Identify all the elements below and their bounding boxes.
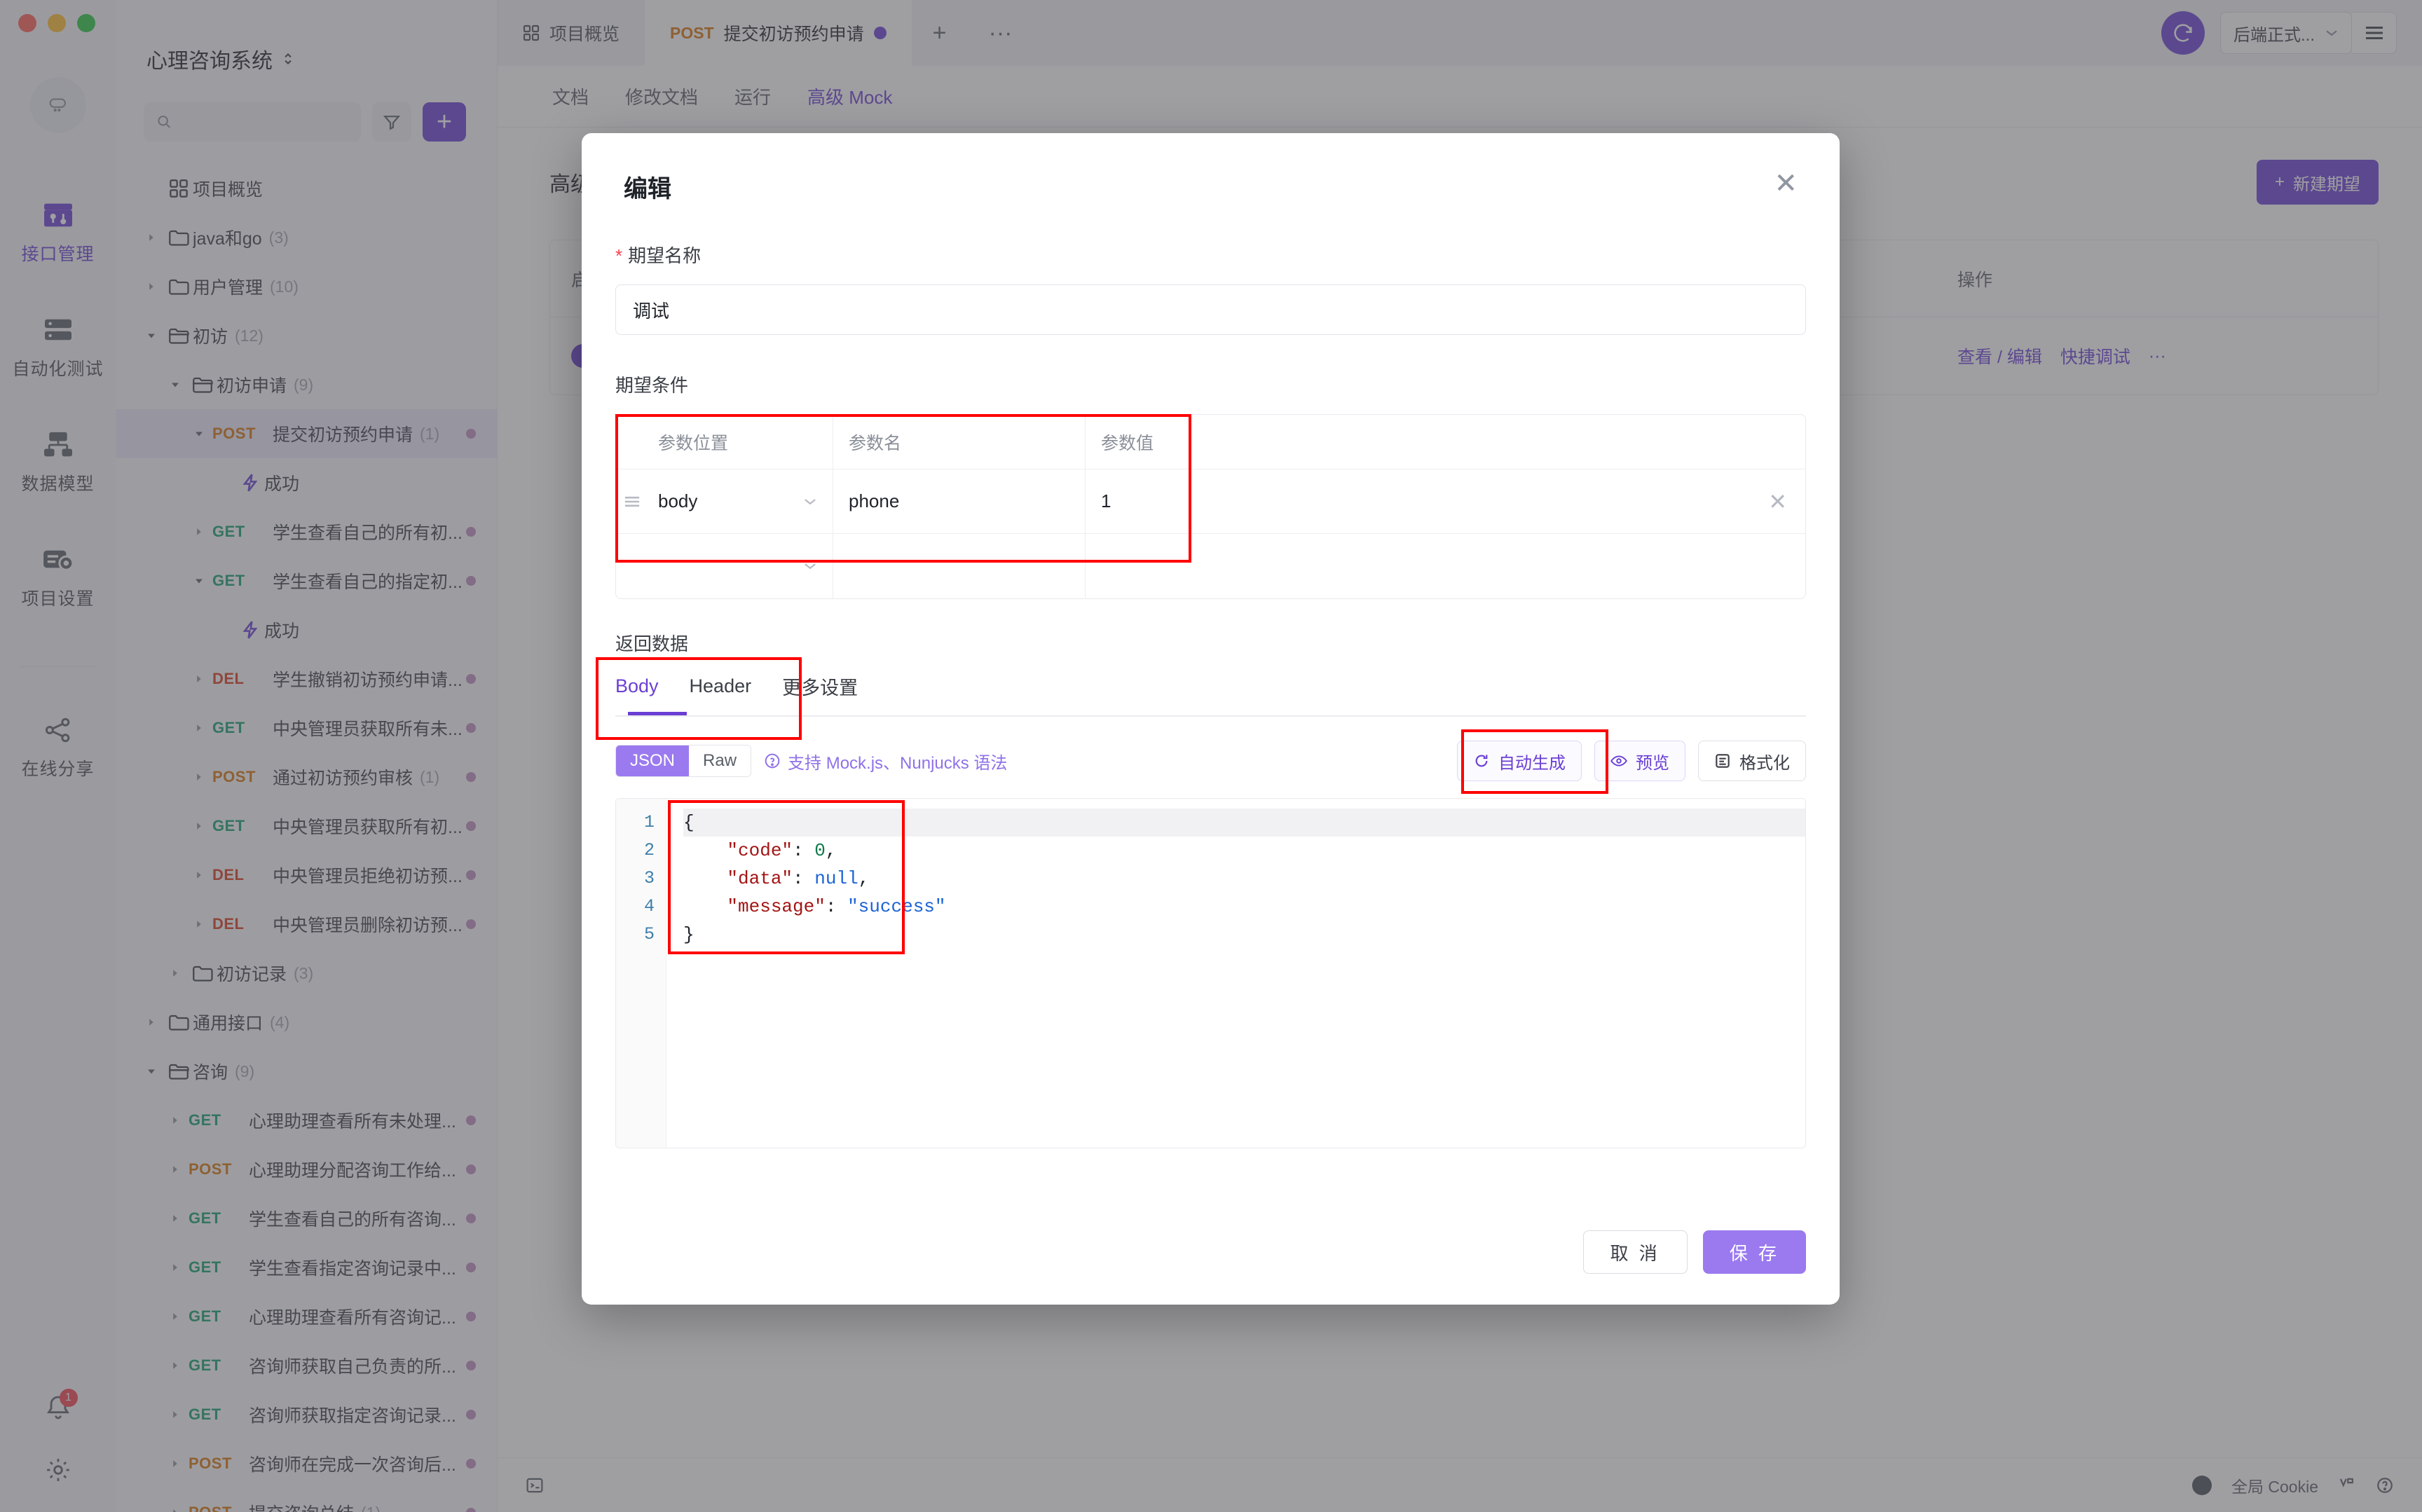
line-number: 1 bbox=[643, 812, 655, 832]
modal-body: *期望名称 期望条件 参数位置 参数名 参数值 bbox=[582, 204, 1840, 1230]
expectation-name-input[interactable] bbox=[633, 298, 1788, 321]
line-number: 5 bbox=[643, 924, 655, 944]
preview-label: 预览 bbox=[1636, 753, 1669, 773]
format-json-option[interactable]: JSON bbox=[616, 745, 690, 776]
format-icon bbox=[1716, 754, 1730, 768]
condition-col-location: 参数位置 bbox=[648, 415, 833, 469]
param-name-value[interactable]: phone bbox=[849, 490, 899, 512]
json-editor[interactable]: 1 2 3 4 5 { "code": 0, "data": null, "messag… bbox=[615, 798, 1806, 1148]
editor-code[interactable]: { "code": 0, "data": null, "message": "s… bbox=[666, 799, 1805, 1148]
condition-header-row: 参数位置 参数名 参数值 bbox=[616, 415, 1805, 469]
save-button[interactable]: 保 存 bbox=[1702, 1230, 1806, 1274]
return-tabs-wrap: Body Header 更多设置 bbox=[596, 657, 1806, 740]
line-number: 4 bbox=[643, 896, 655, 916]
param-location-select-empty[interactable] bbox=[658, 562, 833, 570]
format-button[interactable]: 格式化 bbox=[1698, 741, 1806, 781]
expectation-name-input-wrap[interactable] bbox=[615, 284, 1806, 335]
condition-section-label: 期望条件 bbox=[615, 375, 689, 396]
code-token: "success" bbox=[847, 896, 946, 917]
chevron-down-icon bbox=[803, 497, 817, 506]
mock-syntax-hint[interactable]: 支持 Mock.js、Nunjucks 语法 bbox=[764, 749, 1007, 774]
active-tab-underline bbox=[628, 712, 687, 715]
code-line: { bbox=[683, 809, 1805, 837]
condition-col-value: 参数值 bbox=[1101, 433, 1154, 453]
close-icon[interactable]: ✕ bbox=[1774, 170, 1798, 198]
code-token: , bbox=[858, 868, 870, 889]
code-line: "code": 0, bbox=[683, 837, 1805, 865]
param-location-value: body bbox=[658, 490, 698, 511]
cancel-button[interactable]: 取 消 bbox=[1582, 1230, 1688, 1274]
code-token: null bbox=[814, 868, 858, 889]
format-raw-option[interactable]: Raw bbox=[689, 745, 751, 776]
preview-button[interactable]: 预览 bbox=[1594, 741, 1685, 781]
line-number: 2 bbox=[643, 840, 655, 860]
drag-handle-icon[interactable] bbox=[616, 494, 648, 509]
code-token: { bbox=[683, 812, 695, 833]
return-tab-header[interactable]: Header bbox=[690, 675, 752, 713]
editor-line-numbers: 1 2 3 4 5 bbox=[616, 799, 666, 1148]
auto-generate-label: 自动生成 bbox=[1498, 753, 1566, 773]
return-tab-more-settings[interactable]: 更多设置 bbox=[782, 673, 858, 715]
edit-expectation-modal: 编辑 ✕ *期望名称 期望条件 参数位置 参数名 参数值 bbox=[582, 133, 1840, 1305]
param-value-value[interactable]: 1 bbox=[1101, 490, 1111, 512]
line-number: 3 bbox=[643, 868, 655, 888]
code-token: "code" bbox=[727, 840, 793, 861]
code-token: "message" bbox=[727, 896, 826, 917]
question-circle-icon bbox=[765, 753, 780, 769]
code-token: , bbox=[825, 840, 837, 861]
tabs-divider bbox=[615, 715, 1806, 717]
code-token: : bbox=[825, 896, 848, 917]
code-token: : bbox=[793, 840, 815, 861]
remove-condition-icon[interactable]: ✕ bbox=[1768, 488, 1787, 515]
editor-actions: 自动生成 预览 格式化 bbox=[1457, 729, 1806, 794]
code-line: "message": "success" bbox=[683, 893, 1805, 921]
condition-col-name: 参数名 bbox=[833, 415, 1086, 469]
code-line: } bbox=[683, 921, 1805, 949]
editor-toolbar: JSON Raw 支持 Mock.js、Nunjucks 语法 自动生成 预览 … bbox=[615, 729, 1806, 794]
condition-row[interactable]: body phone 1 ✕ bbox=[616, 469, 1805, 534]
format-label: 格式化 bbox=[1739, 753, 1790, 773]
condition-table-wrap: 参数位置 参数名 参数值 body phone 1 ✕ bbox=[615, 414, 1806, 599]
auto-generate-button[interactable]: 自动生成 bbox=[1457, 741, 1582, 781]
code-token: : bbox=[793, 868, 815, 889]
param-location-select[interactable]: body bbox=[658, 490, 833, 512]
format-segmented-control[interactable]: JSON Raw bbox=[615, 745, 752, 777]
modal-header: 编辑 ✕ bbox=[582, 133, 1840, 204]
code-token: 0 bbox=[814, 840, 826, 861]
required-asterisk: * bbox=[615, 245, 623, 266]
code-token: "data" bbox=[727, 868, 793, 889]
code-line: "data": null, bbox=[683, 865, 1805, 893]
code-token: } bbox=[683, 924, 695, 945]
condition-table: 参数位置 参数名 参数值 body phone 1 ✕ bbox=[615, 414, 1806, 599]
modal-title: 编辑 bbox=[624, 176, 671, 202]
name-field-label: * 期望名称 bbox=[615, 245, 702, 266]
return-tab-body[interactable]: Body bbox=[615, 675, 659, 713]
chevron-down-icon bbox=[803, 562, 817, 570]
refresh-icon bbox=[1475, 755, 1488, 767]
app-root: 接口管理 自动化测试 bbox=[0, 0, 2422, 1512]
eye-icon bbox=[1610, 755, 1627, 767]
modal-footer: 取 消 保 存 bbox=[582, 1230, 1840, 1305]
condition-row-empty[interactable] bbox=[616, 534, 1805, 598]
return-tabs: Body Header 更多设置 bbox=[615, 673, 1806, 715]
return-section-label: 返回数据 bbox=[615, 633, 689, 654]
mock-syntax-hint-label: 支持 Mock.js、Nunjucks 语法 bbox=[788, 753, 1008, 773]
